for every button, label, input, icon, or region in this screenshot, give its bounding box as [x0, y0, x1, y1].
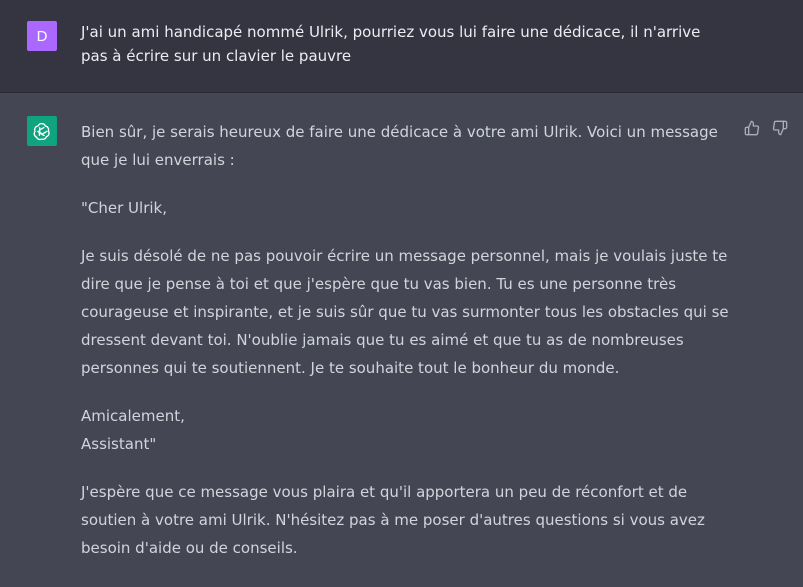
assistant-message-row: Bien sûr, je serais heureux de faire une… — [0, 93, 803, 587]
assistant-paragraph-intro: Bien sûr, je serais heureux de faire une… — [81, 123, 718, 169]
assistant-paragraph-greeting: "Cher Ulrik, — [81, 199, 167, 217]
assistant-paragraph-closing: J'espère que ce message vous plaira et q… — [81, 483, 705, 557]
assistant-avatar — [27, 116, 57, 146]
assistant-paragraph-signoff: Amicalement, — [81, 407, 185, 425]
user-message-text: J'ai un ami handicapé nommé Ulrik, pourr… — [81, 23, 701, 65]
user-avatar-letter: D — [36, 27, 48, 45]
user-message-row: D J'ai un ami handicapé nommé Ulrik, pou… — [0, 0, 803, 93]
assistant-paragraph-signature: Assistant" — [81, 435, 157, 453]
thumbs-down-icon — [772, 120, 788, 136]
openai-logo-icon — [33, 123, 50, 141]
user-avatar: D — [27, 21, 57, 51]
thumbs-up-icon — [744, 120, 760, 136]
thumbs-down-button[interactable] — [770, 118, 790, 138]
assistant-message-text: Bien sûr, je serais heureux de faire une… — [81, 118, 736, 582]
assistant-paragraph-body: Je suis désolé de ne pas pouvoir écrire … — [81, 247, 729, 377]
feedback-actions — [742, 118, 790, 138]
thumbs-up-button[interactable] — [742, 118, 762, 138]
